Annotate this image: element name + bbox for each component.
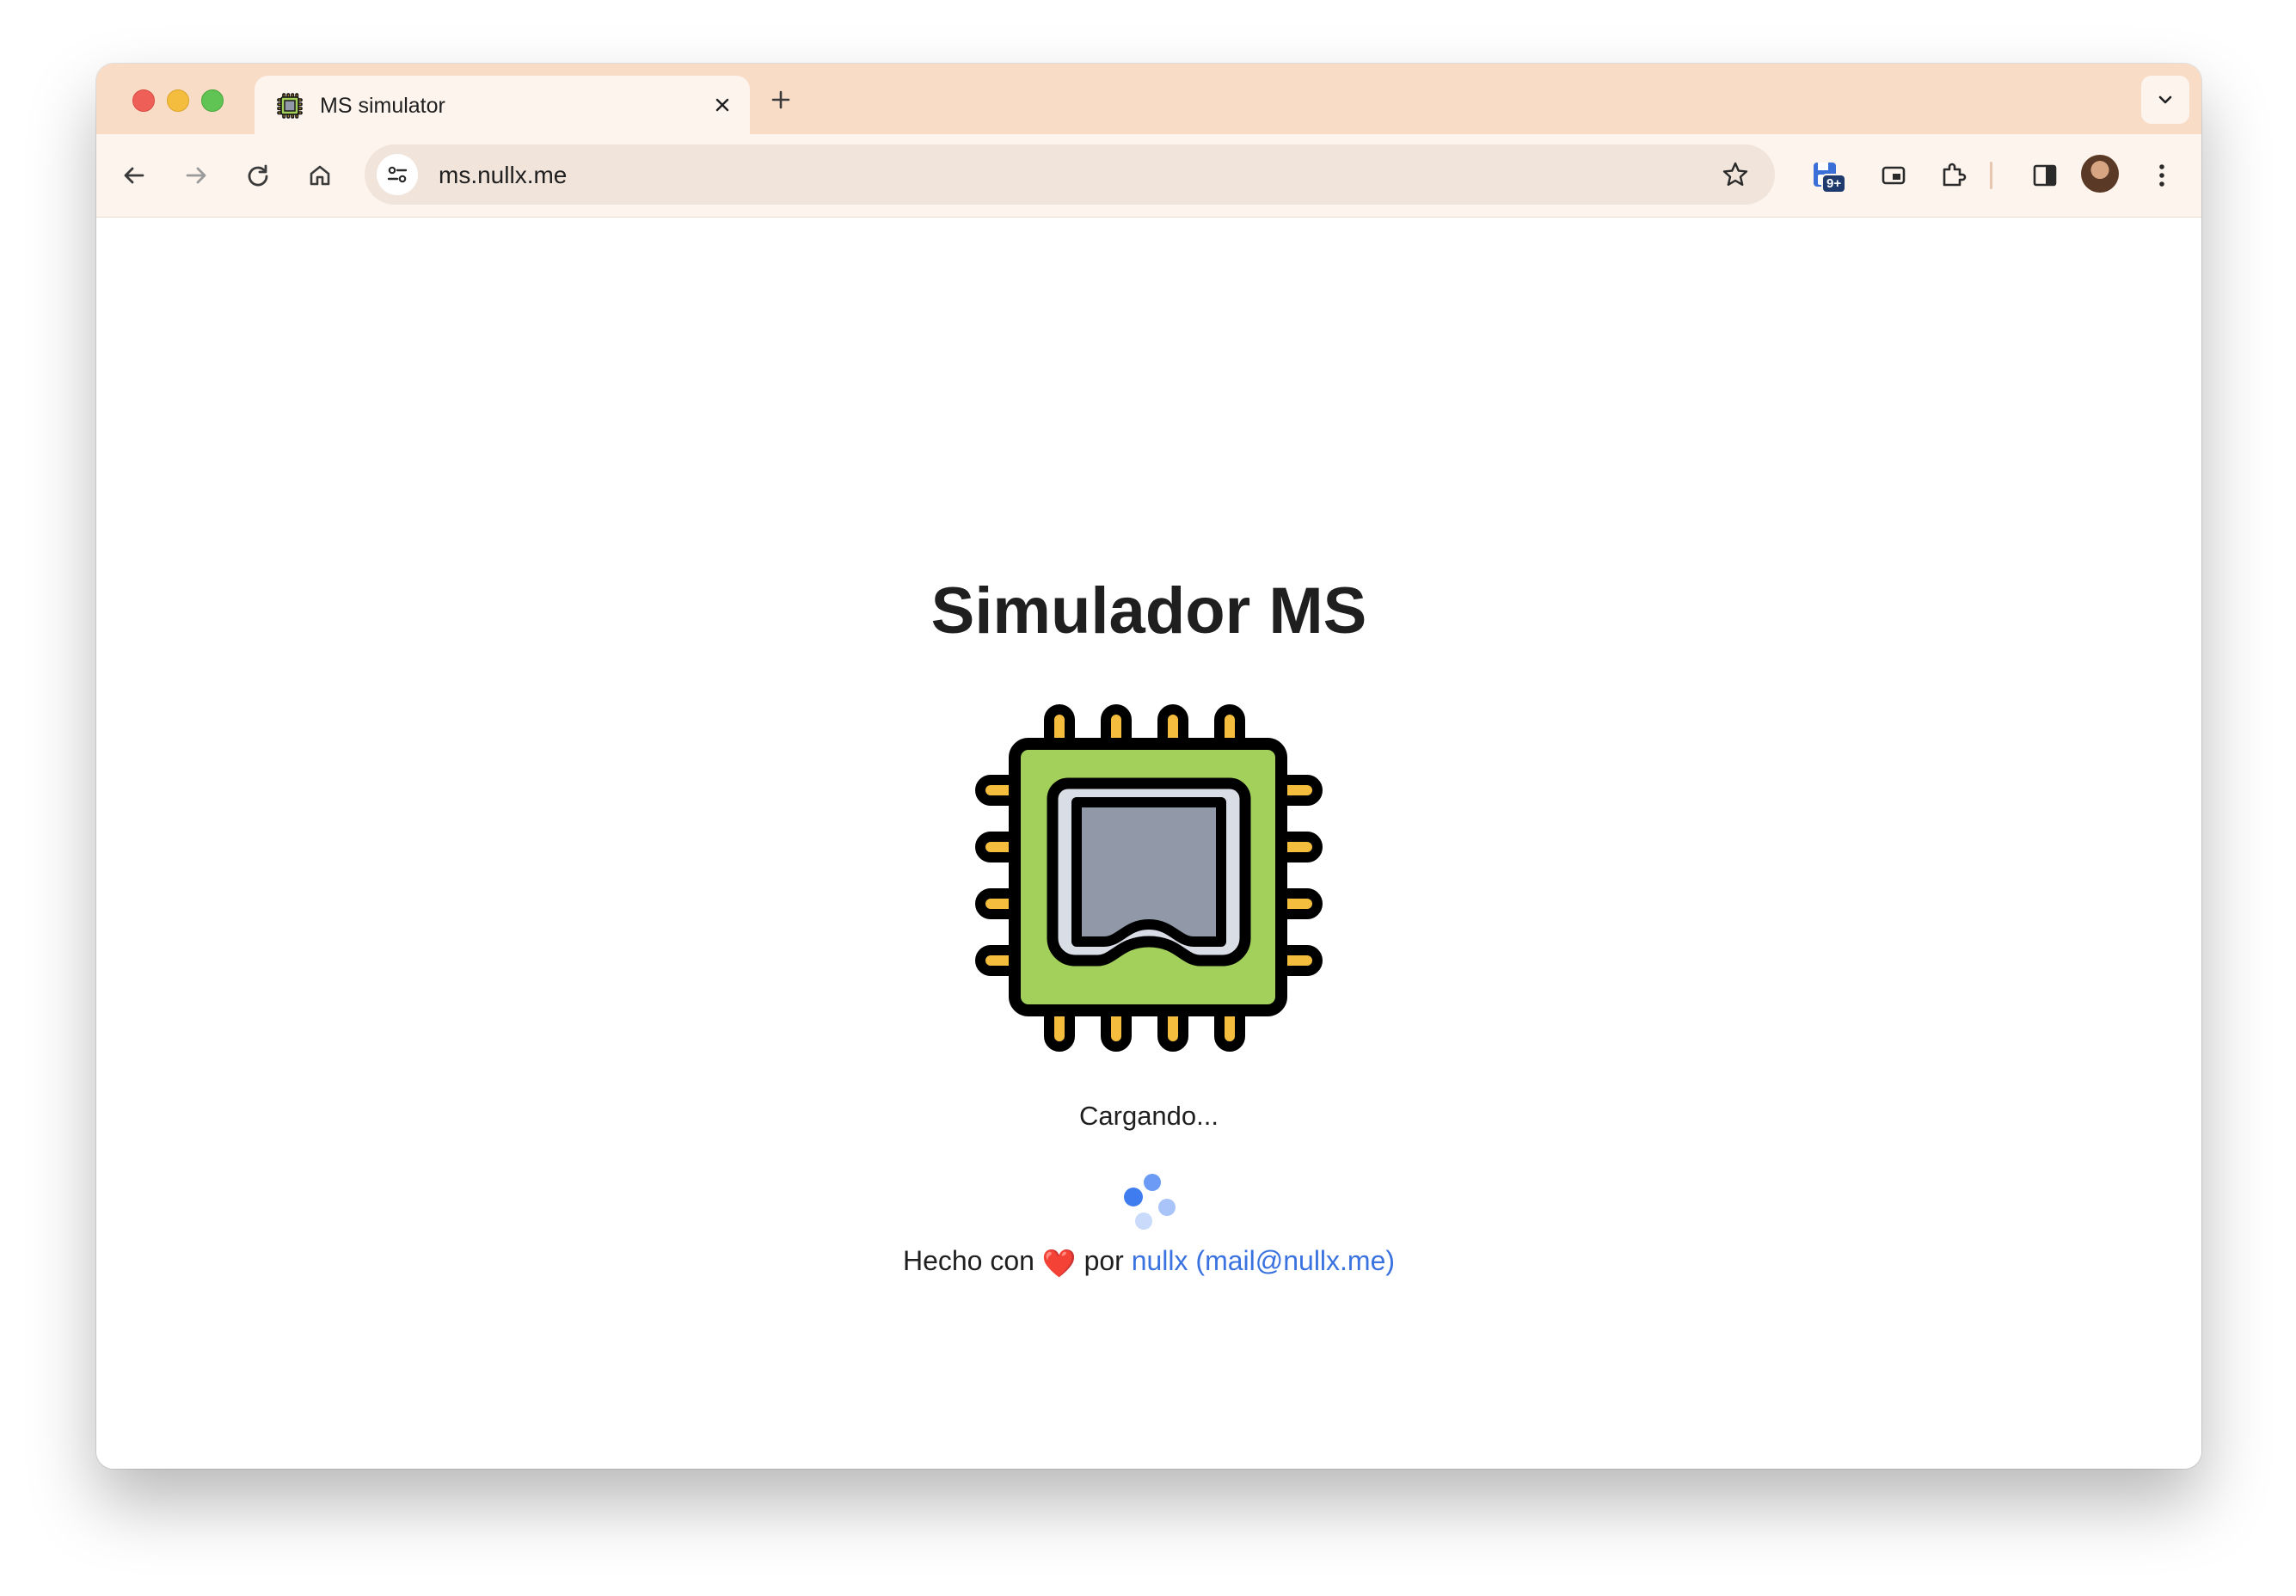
- kebab-menu-icon: [2159, 164, 2164, 187]
- address-bar[interactable]: ms.nullx.me: [365, 144, 1775, 205]
- heart-icon: ❤️: [1041, 1248, 1077, 1279]
- arrow-right-icon: [186, 167, 206, 184]
- side-panel-button[interactable]: [2024, 155, 2066, 196]
- forward-button[interactable]: [175, 155, 217, 196]
- tab-close-button[interactable]: [707, 89, 738, 120]
- tab-strip: MS simulator: [96, 64, 2201, 134]
- author-link[interactable]: nullx: [1132, 1245, 1188, 1276]
- loading-status-text: Cargando...: [1079, 1101, 1219, 1131]
- tab-title: MS simulator: [320, 94, 445, 118]
- picture-in-picture-button[interactable]: [1873, 155, 1914, 196]
- extensions-button[interactable]: [1933, 155, 1974, 196]
- profile-avatar[interactable]: [2081, 155, 2119, 193]
- cpu-chip-icon: [975, 704, 1323, 1052]
- page-content: Simulador MS Cargando... Hecho con ❤️ po…: [96, 218, 2201, 1469]
- close-window-button[interactable]: [132, 89, 155, 112]
- pip-icon: [1882, 166, 1906, 185]
- close-icon: [715, 98, 729, 112]
- extension-badge: 9+: [1821, 174, 1847, 193]
- home-icon: [310, 165, 330, 186]
- browser-menu-button[interactable]: [2141, 155, 2182, 196]
- site-info-button[interactable]: [377, 154, 418, 195]
- reload-icon: [248, 164, 268, 187]
- plus-icon: [771, 90, 790, 109]
- reload-button[interactable]: [237, 155, 279, 196]
- tab-ms-simulator[interactable]: MS simulator: [255, 76, 750, 134]
- maximize-window-button[interactable]: [201, 89, 224, 112]
- page-title: Simulador MS: [930, 574, 1367, 648]
- new-tab-button[interactable]: [765, 84, 796, 115]
- arrow-left-icon: [124, 167, 144, 184]
- bookmark-button[interactable]: [1715, 154, 1756, 195]
- back-button[interactable]: [114, 155, 155, 196]
- home-button[interactable]: [299, 155, 341, 196]
- loading-spinner-icon: [1124, 1174, 1176, 1230]
- cpu-chip-icon: [277, 93, 303, 119]
- browser-window: MS simulator ms.nullx.me 9+ Simulador MS…: [96, 64, 2201, 1469]
- footer-middle: por: [1084, 1245, 1124, 1276]
- url-text: ms.nullx.me: [439, 162, 568, 188]
- extension-button[interactable]: 9+: [1806, 155, 1847, 196]
- toolbar-divider: [1990, 162, 1992, 189]
- footer-prefix: Hecho con: [902, 1245, 1034, 1276]
- tab-search-button[interactable]: [2141, 76, 2189, 124]
- browser-toolbar: ms.nullx.me 9+: [96, 134, 2201, 218]
- email-link[interactable]: (mail@nullx.me): [1195, 1245, 1395, 1276]
- tune-icon: [387, 166, 408, 183]
- puzzle-icon: [1943, 163, 1967, 187]
- side-panel-icon: [2033, 164, 2057, 187]
- minimize-window-button[interactable]: [167, 89, 189, 112]
- chevron-down-icon: [2158, 95, 2172, 104]
- footer-credit: Hecho con ❤️ por nullx (mail@nullx.me): [96, 1245, 2201, 1280]
- star-icon: [1722, 162, 1748, 186]
